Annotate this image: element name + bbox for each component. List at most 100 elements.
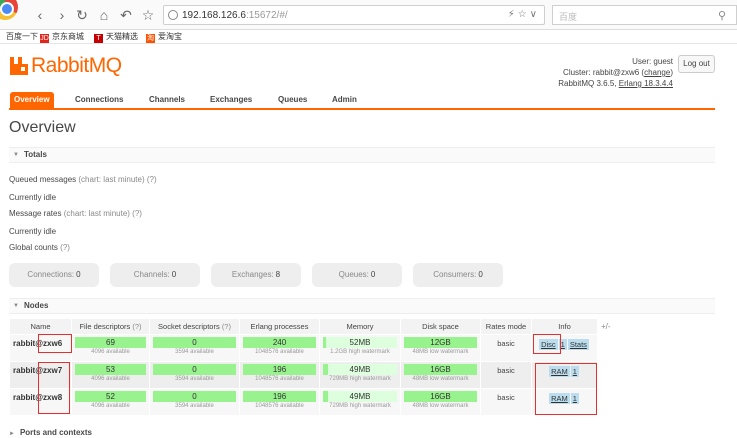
disk-bar: 16GB xyxy=(404,391,477,402)
annotation-box xyxy=(533,334,561,354)
disk-cell: 12GB 48MB low watermark xyxy=(400,334,481,362)
consumers-count[interactable]: Consumers: 0 xyxy=(413,263,503,287)
bookmark-star-icon[interactable]: ☆ xyxy=(140,7,156,23)
mem-cell: 49MB 729MB high watermark xyxy=(319,388,401,416)
nodes-table: Name File descriptors (?) Socket descrip… xyxy=(9,318,598,416)
search-box[interactable]: 百度 ⚲ xyxy=(552,5,737,25)
bookmarks-bar: 百度一下 JD 京东商城 T 天猫精选 淘爱淘宝 xyxy=(0,30,737,44)
connections-count[interactable]: Connections: 0 xyxy=(9,263,99,287)
browser-toolbar: ‹ › ↻ ⌂ ↶ ☆ 192.168.126.6:15672/#/ ⚡☆∨ 百… xyxy=(0,0,737,30)
col-disk-space[interactable]: Disk space xyxy=(400,318,481,335)
disk-cell: 16GB 48MB low watermark xyxy=(400,388,481,416)
rates-idle-text: Currently idle xyxy=(9,227,57,236)
queued-idle-text: Currently idle xyxy=(9,193,57,202)
mem-cell: 49MB 729MB high watermark xyxy=(319,361,401,389)
tab-queues[interactable]: Queues xyxy=(274,92,311,108)
site-info-icon[interactable] xyxy=(168,10,178,20)
channels-count[interactable]: Channels: 0 xyxy=(110,263,200,287)
queues-count[interactable]: Queues: 0 xyxy=(312,263,402,287)
tab-connections[interactable]: Connections xyxy=(71,92,127,108)
sd-cell: 0 3594 available xyxy=(149,361,240,389)
logout-button[interactable]: Log out xyxy=(678,55,715,73)
nodes-table-header: Name File descriptors (?) Socket descrip… xyxy=(9,318,598,335)
jd-icon: JD xyxy=(40,34,49,43)
home-icon[interactable]: ⌂ xyxy=(96,7,112,23)
col-file-descriptors[interactable]: File descriptors (?) xyxy=(71,318,150,335)
tab-admin[interactable]: Admin xyxy=(328,92,361,108)
fd-cell: 53 4096 available xyxy=(71,361,150,389)
sd-bar: 0 xyxy=(153,391,236,402)
nodes-section-header[interactable]: ▼ Nodes xyxy=(9,298,715,314)
chart-range-link[interactable]: (chart: last minute) (?) xyxy=(78,175,156,184)
totals-section-header[interactable]: ▼ Totals xyxy=(9,147,715,163)
bookmark-aitaobao[interactable]: 淘爱淘宝 xyxy=(146,31,182,43)
taobao-icon: 淘 xyxy=(146,34,155,43)
forward-icon[interactable]: › xyxy=(54,7,70,23)
col-erlang-processes[interactable]: Erlang processes xyxy=(239,318,320,335)
undo-icon[interactable]: ↶ xyxy=(118,7,134,23)
sd-bar: 0 xyxy=(153,337,236,348)
bookmark-jd[interactable]: JD 京东商城 xyxy=(40,31,84,43)
rabbitmq-logo-icon xyxy=(10,57,28,75)
address-tools-icon[interactable]: ⚡☆∨ xyxy=(508,9,540,20)
fd-cell: 52 4096 available xyxy=(71,388,150,416)
ports-section-header[interactable]: ► Ports and contexts xyxy=(9,428,92,437)
queued-messages-row: Queued messages (chart: last minute) (?) xyxy=(9,175,157,184)
back-icon[interactable]: ‹ xyxy=(32,7,48,23)
col-name[interactable]: Name xyxy=(9,318,72,335)
rates-mode: basic xyxy=(480,334,532,362)
search-icon[interactable]: ⚲ xyxy=(718,9,726,22)
search-placeholder: 百度 xyxy=(559,12,578,22)
tmall-icon: T xyxy=(94,34,103,43)
node-row: rabbit@zxw8 52 4096 available 0 3594 avail… xyxy=(9,388,598,416)
tab-exchanges[interactable]: Exchanges xyxy=(206,92,256,108)
mem-bar: 49MB xyxy=(323,364,397,375)
sd-bar: 0 xyxy=(153,364,236,375)
mem-bar: 52MB xyxy=(323,337,397,348)
user-info: User: guest Cluster: rabbit@zxw6 (change… xyxy=(558,57,673,88)
node-row: rabbit@zxw6 69 4096 available 0 3594 avail… xyxy=(9,334,598,362)
bookmark-tmall[interactable]: T 天猫精选 xyxy=(94,31,138,43)
bookmark-baidu[interactable]: 百度一下 xyxy=(6,31,38,42)
global-counts-help[interactable]: (?) xyxy=(60,243,70,252)
logo-wordmark: RabbitMQ xyxy=(31,54,122,77)
tab-channels[interactable]: Channels xyxy=(145,92,189,108)
user-line: User: guest xyxy=(632,57,673,66)
ep-cell: 196 1048576 available xyxy=(239,388,320,416)
col-memory[interactable]: Memory xyxy=(319,318,401,335)
disk-cell: 16GB 48MB low watermark xyxy=(400,361,481,389)
global-counts-row: Global counts (?) xyxy=(9,243,70,252)
mem-cell: 52MB 1.2GB high watermark xyxy=(319,334,401,362)
ep-cell: 240 1048576 available xyxy=(239,334,320,362)
url-path: :15672/#/ xyxy=(245,10,288,21)
col-socket-descriptors[interactable]: Socket descriptors (?) xyxy=(149,318,240,335)
exchanges-count[interactable]: Exchanges: 8 xyxy=(211,263,301,287)
ep-bar: 240 xyxy=(243,337,316,348)
rates-mode: basic xyxy=(480,361,532,389)
fd-bar: 69 xyxy=(75,337,146,348)
annotation-box xyxy=(535,363,597,415)
fd-cell: 69 4096 available xyxy=(71,334,150,362)
collapse-triangle-icon: ▼ xyxy=(13,152,19,158)
column-toggle-link[interactable]: +/- xyxy=(601,322,611,331)
browser-logo-icon xyxy=(0,0,18,20)
col-rates-mode[interactable]: Rates mode xyxy=(480,318,532,335)
stats-badge[interactable]: Stats xyxy=(567,339,589,350)
col-info[interactable]: Info xyxy=(531,318,598,335)
tab-overview[interactable]: Overview xyxy=(10,92,54,108)
page-title: Overview xyxy=(9,119,76,136)
disk-bar: 16GB xyxy=(404,364,477,375)
address-bar[interactable]: 192.168.126.6:15672/#/ ⚡☆∨ xyxy=(163,5,545,25)
erlang-version-link[interactable]: Erlang 18.3.4.4 xyxy=(619,79,673,88)
ep-bar: 196 xyxy=(243,364,316,375)
rates-chart-range-link[interactable]: (chart: last minute) (?) xyxy=(64,209,142,218)
fd-bar: 53 xyxy=(75,364,146,375)
sd-cell: 0 3594 available xyxy=(149,388,240,416)
expand-triangle-icon: ► xyxy=(9,431,15,437)
url-host: 192.168.126.6 xyxy=(182,10,246,21)
ep-cell: 196 1048576 available xyxy=(239,361,320,389)
node-row: rabbit@zxw7 53 4096 available 0 3594 avail… xyxy=(9,361,598,389)
reload-icon[interactable]: ↻ xyxy=(74,7,90,23)
change-cluster-link[interactable]: change xyxy=(644,68,670,77)
ep-bar: 196 xyxy=(243,391,316,402)
